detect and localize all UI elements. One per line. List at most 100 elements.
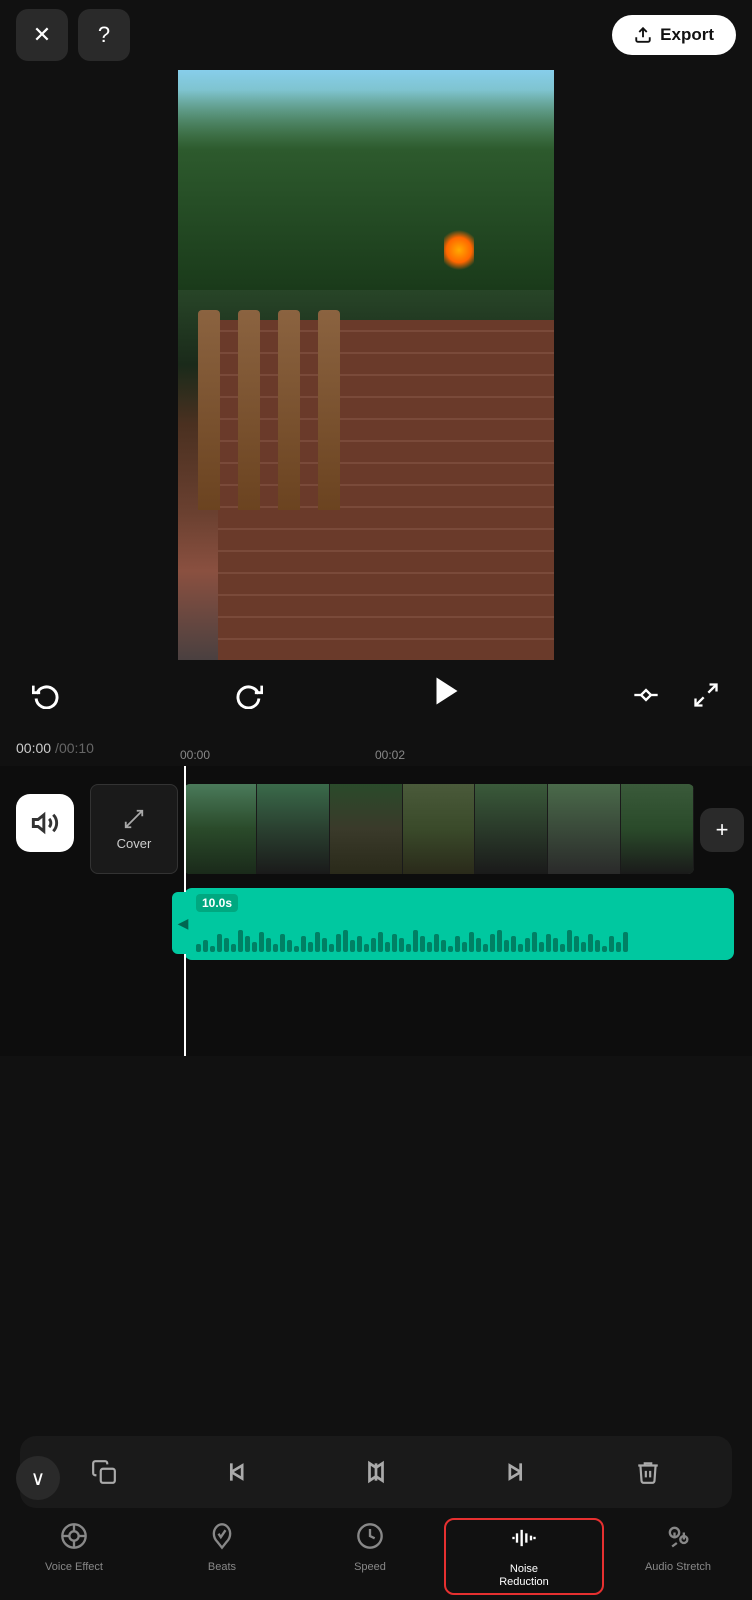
waveform-bar (224, 938, 229, 952)
waveform-bar (322, 938, 327, 952)
duplicate-button[interactable] (78, 1446, 130, 1498)
waveform-bar (217, 934, 222, 952)
waveform-bar (525, 938, 530, 952)
speed-label: Speed (354, 1561, 386, 1574)
video-frame (178, 70, 554, 660)
fence-post (238, 310, 260, 510)
voice-effect-svg (60, 1522, 88, 1550)
cover-icon (123, 808, 145, 830)
video-thumb (475, 784, 548, 874)
waveform-bar (259, 932, 264, 952)
waveform-bar (406, 944, 411, 952)
waveform-bar (392, 934, 397, 952)
waveform-bar (490, 934, 495, 952)
nav-item-speed[interactable]: Speed (296, 1518, 444, 1578)
waveform-bar (287, 940, 292, 952)
audio-stretch-svg (664, 1522, 692, 1550)
beats-label: Beats (208, 1561, 236, 1574)
waveform-bar (196, 944, 201, 952)
waveform-bar (252, 942, 257, 952)
waveform-bar (462, 942, 467, 952)
volume-button[interactable] (16, 794, 74, 852)
waveform-bar (504, 940, 509, 952)
cover-clip[interactable]: Cover (90, 784, 178, 874)
waveform-bar (399, 938, 404, 952)
waveform-bar (567, 930, 572, 952)
undo-button[interactable] (24, 673, 68, 717)
voice-effect-icon (60, 1522, 88, 1557)
trim-start-button[interactable] (214, 1446, 266, 1498)
trim-start-icon (227, 1459, 253, 1485)
timeline-area[interactable]: Cover + ◀ 10.0s (0, 766, 752, 1056)
speed-svg (356, 1522, 384, 1550)
split-icon (363, 1459, 389, 1485)
waveform-bar (413, 930, 418, 952)
fence-post (318, 310, 340, 510)
right-controls (624, 673, 728, 717)
waveform-bar (343, 930, 348, 952)
video-track[interactable] (184, 784, 694, 874)
trim-end-button[interactable] (486, 1446, 538, 1498)
waveform-bar (609, 936, 614, 952)
waveform-bar (427, 942, 432, 952)
delete-button[interactable] (622, 1446, 674, 1498)
keyframe-icon (632, 681, 660, 709)
video-thumb (548, 784, 621, 874)
waveform-bar (301, 936, 306, 952)
chevron-down-icon: ∨ (31, 1466, 46, 1491)
top-left-controls: ✕ ? (16, 9, 130, 61)
nav-item-beats[interactable]: Beats (148, 1518, 296, 1578)
add-clip-button[interactable]: + (700, 808, 744, 852)
waveform-bar (497, 930, 502, 952)
waveform-bar (441, 940, 446, 952)
fence-post (198, 310, 220, 510)
top-bar: ✕ ? Export (0, 0, 752, 70)
fullscreen-button[interactable] (684, 673, 728, 717)
waveform-bar (371, 938, 376, 952)
nav-item-noise-reduction[interactable]: NoiseReduction (444, 1518, 604, 1595)
timeline-header: 00:00 / 00:10 00:00 00:02 (0, 730, 752, 766)
nav-item-voice-effect[interactable]: Voice Effect (0, 1518, 148, 1578)
waveform-bar (532, 932, 537, 952)
waveform-bar (483, 944, 488, 952)
voice-effect-label: Voice Effect (45, 1561, 103, 1574)
video-thumb (257, 784, 330, 874)
bottom-nav: Voice Effect Beats Speed (0, 1508, 752, 1600)
waveform-bar (308, 942, 313, 952)
beats-svg (208, 1522, 236, 1550)
waveform-bar (231, 944, 236, 952)
audio-stretch-label: Audio Stretch (645, 1561, 711, 1574)
duplicate-icon (91, 1459, 117, 1485)
speed-icon (356, 1522, 384, 1557)
waveform-bar (518, 944, 523, 952)
split-button[interactable] (350, 1446, 402, 1498)
keyframe-button[interactable] (624, 673, 668, 717)
waveform-bar (511, 936, 516, 952)
waveform-bar (357, 936, 362, 952)
collapse-handle[interactable]: ◀ (172, 892, 194, 954)
noise-reduction-label: NoiseReduction (499, 1563, 549, 1589)
nav-item-audio-stretch[interactable]: Audio Stretch (604, 1518, 752, 1578)
waveform-bar (280, 934, 285, 952)
play-button[interactable] (429, 673, 465, 717)
close-button[interactable]: ✕ (16, 9, 68, 61)
video-thumb (330, 784, 403, 874)
waveform-bar (294, 946, 299, 952)
help-button[interactable]: ? (78, 9, 130, 61)
current-time: 00:00 (16, 740, 51, 756)
waveform-bar (448, 946, 453, 952)
collapse-down-button[interactable]: ∨ (16, 1456, 60, 1500)
waveform-bar (378, 932, 383, 952)
audio-stretch-icon (664, 1522, 692, 1557)
waveform-bar (581, 942, 586, 952)
redo-button[interactable] (227, 673, 271, 717)
waveform-bar (546, 934, 551, 952)
waveform-bar (420, 936, 425, 952)
waveform-bar (364, 944, 369, 952)
waveform-bar (329, 944, 334, 952)
audio-track[interactable]: 10.0s (184, 888, 734, 960)
add-icon: + (716, 817, 729, 843)
fence (198, 310, 358, 510)
waveform-bar (315, 932, 320, 952)
export-button[interactable]: Export (612, 15, 736, 55)
